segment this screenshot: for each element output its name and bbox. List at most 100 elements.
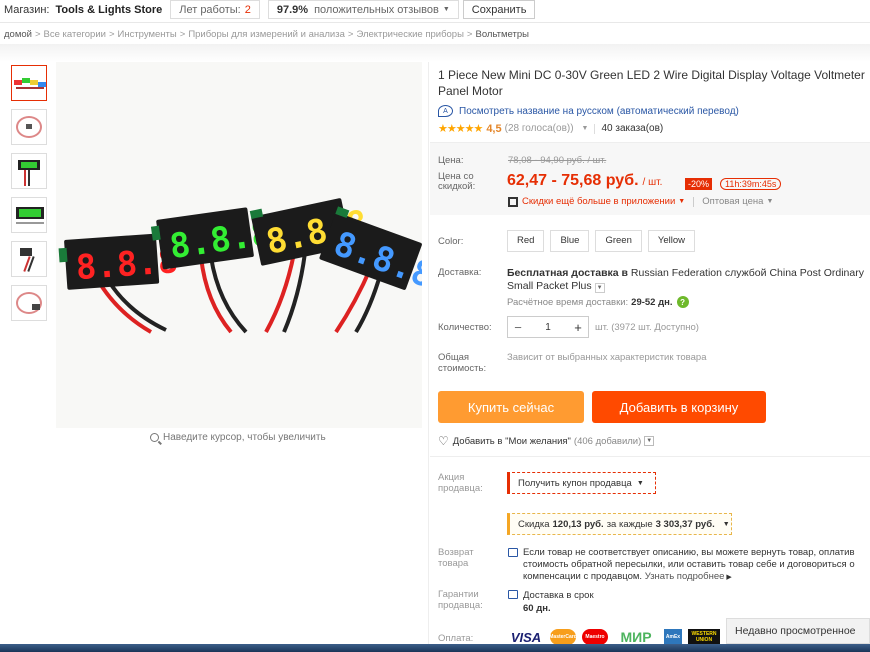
heart-icon[interactable]: ♡ [438,434,449,448]
breadcrumb: домой > Все категории > Инструменты > Приборы … [4,29,529,40]
discount-amount: 120,13 руб. [552,518,604,530]
truck-icon [508,590,518,599]
store-label: Магазин: [4,3,50,16]
western-union-logo: WESTERN UNION [688,629,720,645]
mir-logo: МИР [620,629,652,645]
magnifier-icon [150,433,159,442]
store-name-link[interactable]: Tools & Lights Store [56,4,163,16]
color-option-blue[interactable]: Blue [550,230,590,252]
rating-votes[interactable]: (28 голоса(ов)) [505,123,574,134]
deal-divider [693,196,695,207]
price-label: Цена: [438,155,464,166]
quantity-stepper: − 1 + [507,316,589,338]
thumbnail-5[interactable] [11,241,47,277]
discount-threshold: 3 303,37 руб. [655,518,715,530]
thumbnail-list [11,65,49,329]
countdown-timer: 11h:39m:45s [720,178,782,190]
breadcrumb-electrical[interactable]: Электрические приборы [356,29,463,40]
quantity-label: Количество: [438,322,492,333]
wholesale-price-link[interactable]: Оптовая цена [702,196,763,207]
guarantee-text-wrap: Доставка в срок 60 дн. [523,589,594,615]
store-discount-offer[interactable]: Скидка 120,13 руб. за каждые 3 303,37 ру… [507,513,732,535]
shipping-country[interactable]: Russian Federation [631,267,722,279]
save-store-button[interactable]: Сохранить [462,0,536,19]
total-label-1: Общая [438,352,470,363]
maestro-logo: Maestro [582,629,608,645]
returns-policy: Если товар не соответствует описанию, вы… [508,547,858,584]
breadcrumb-measuring[interactable]: Приборы для измерений и анализа [188,29,345,40]
color-option-green[interactable]: Green [595,230,642,252]
app-deal-link[interactable]: Скидки ещё больше в приложении [522,196,675,207]
recently-viewed-tab[interactable]: Недавно просмотренное [726,618,870,644]
store-years-badge: Лет работы: 2 [170,0,260,19]
app-deal-row: Скидки ещё больше в приложении ▼ Оптовая… [508,196,773,207]
chevron-right-icon[interactable]: ▶ [724,574,731,581]
help-icon[interactable]: ? [676,296,689,308]
current-price-value: 62,47 - 75,68 руб. [507,172,639,189]
store-years-label: Лет работы: [179,3,241,16]
breadcrumb-tools[interactable]: Инструменты [118,29,177,40]
returns-label-2: товара [438,558,469,569]
thumbnail-6[interactable] [11,285,47,321]
seller-promo-label-1: Акция [438,472,465,483]
quantity-decrement-button[interactable]: − [508,320,528,335]
rating-score: 4,5 [486,122,502,135]
main-product-image[interactable]: 8.8.8 8.8.8 8.8.8 8.8.8 [56,62,422,428]
quantity-increment-button[interactable]: + [568,320,588,335]
breadcrumb-voltmeters[interactable]: Вольтметры [475,29,528,40]
translate-link-text[interactable]: Посмотреть название на русском (автомати… [459,106,739,117]
payment-logos: VISA MasterCard Maestro МИР AmEx WESTERN… [508,629,726,645]
guarantee-text: Доставка в срок [523,590,594,601]
shipping-info: Бесплатная доставка в Russian Federation… [507,267,867,293]
translate-link[interactable]: A Посмотреть название на русском (автома… [438,105,739,117]
delivery-estimate-label: Расчётное время доставки: [507,296,629,308]
shipping-free-text: Бесплатная доставка в [507,267,628,279]
add-to-wishlist-link[interactable]: Добавить в "Мои желания" [453,436,571,447]
chevron-down-icon[interactable]: ▼ [594,283,605,293]
qr-code-icon [508,196,518,207]
delivery-estimate: Расчётное время доставки: 29-52 дн. ? [507,296,689,308]
rating-stars-icon: ★★★★★ [438,123,483,135]
color-options: Red Blue Green Yellow [507,230,701,252]
seller-guarantee: Доставка в срок 60 дн. [508,589,594,615]
returns-text-wrap: Если товар не соответствует описанию, вы… [523,547,858,584]
column-divider [428,62,429,652]
payment-label: Оплата: [438,633,474,644]
add-to-cart-button[interactable]: Добавить в корзину [592,391,766,423]
translate-icon: A [438,105,453,117]
caret-down-icon[interactable]: ▼ [678,198,685,205]
seller-promo-label-2: продавца: [438,483,483,494]
returns-more-link[interactable]: Узнать подробнее [645,571,725,582]
breadcrumb-all-categories[interactable]: Все категории [44,29,106,40]
shipping-label: Доставка: [438,267,482,278]
guarantee-label-2: продавца: [438,600,483,611]
get-coupon-button[interactable]: Получить купон продавца ▼ [507,472,656,494]
breadcrumb-home[interactable]: домой [4,29,32,40]
color-label: Color: [438,236,464,247]
rating-row: ★★★★★ 4,5 (28 голоса(ов)) ▼ 40 заказа(ов… [438,122,663,136]
visa-logo: VISA [510,629,542,645]
amex-logo: AmEx [664,629,682,645]
wishlist-count: (406 добавили) [573,435,642,447]
total-label-2: стоимость: [438,363,487,374]
chevron-down-icon[interactable]: ▼ [443,6,450,13]
thumbnail-1[interactable] [11,65,47,101]
store-bar: Магазин: Tools & Lights Store Лет работы… [0,0,870,19]
color-option-red[interactable]: Red [507,230,545,252]
buy-now-button[interactable]: Купить сейчас [438,391,584,423]
chevron-down-icon[interactable]: ▼ [582,125,589,132]
caret-down-icon[interactable]: ▼ [766,198,773,205]
chevron-down-icon[interactable]: ▼ [644,436,655,446]
feedback-percent: 97.9% [276,3,309,16]
thumbnail-2[interactable] [11,109,47,145]
mastercard-logo: MasterCard [549,629,577,645]
color-option-yellow[interactable]: Yellow [647,230,695,252]
quantity-input[interactable]: 1 [528,322,568,333]
price-unit: / шт. [642,177,663,188]
total-value: Зависит от выбранных характеристик товар… [507,352,707,363]
rating-divider [594,123,596,134]
thumbnail-4[interactable] [11,197,47,233]
guarantee-days: 60 дн. [523,603,551,614]
discount-pre: Скидка [518,518,550,530]
thumbnail-3[interactable] [11,153,47,189]
